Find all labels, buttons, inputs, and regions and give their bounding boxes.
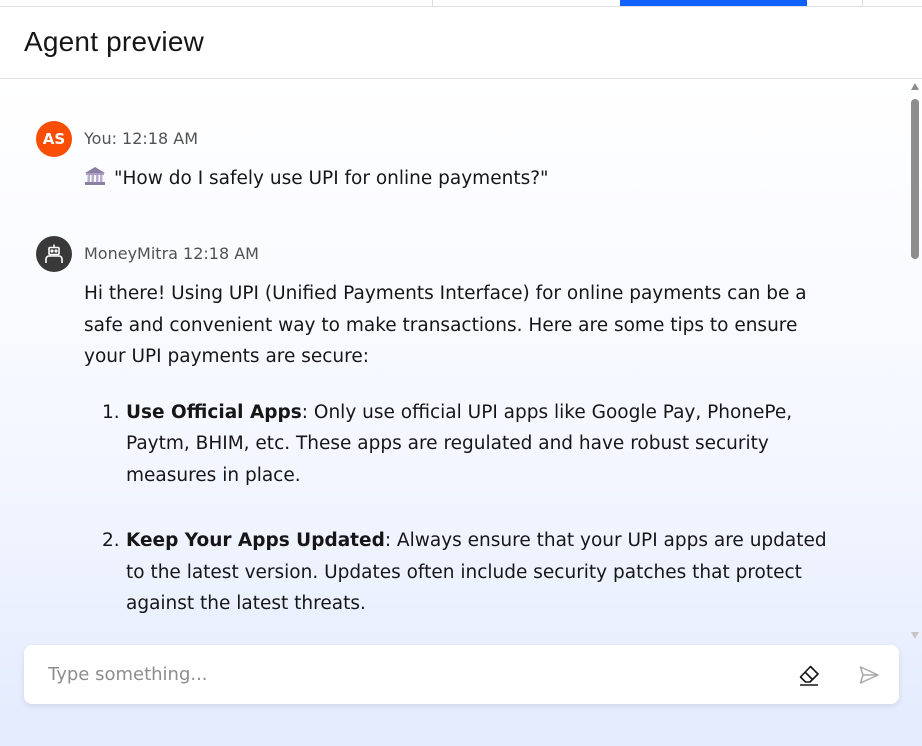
scroll-down-arrow-icon[interactable] xyxy=(911,632,919,639)
tip-title: Use Official Apps xyxy=(126,401,302,423)
send-icon xyxy=(859,666,879,684)
tips-list: 1. Use Official Apps: Only use official … xyxy=(84,397,827,620)
chat-scrollbar[interactable] xyxy=(907,79,922,645)
eraser-icon xyxy=(799,665,819,686)
user-message: AS You: 12:18 AM "How do I safely use UP… xyxy=(36,121,836,201)
user-avatar: AS xyxy=(36,121,72,157)
bot-intro: Hi there! Using UPI (Unified Payments In… xyxy=(84,283,807,367)
tab-strip xyxy=(0,0,922,7)
bot-message-body: Hi there! Using UPI (Unified Payments In… xyxy=(84,278,827,654)
tip-title: Keep Your Apps Updated xyxy=(126,530,385,551)
robot-icon xyxy=(45,244,63,263)
tab-divider xyxy=(862,0,863,6)
user-message-text: "How do I safely use UPI for online paym… xyxy=(84,163,549,195)
bank-icon xyxy=(85,167,105,185)
bot-avatar xyxy=(36,236,72,272)
scroll-up-arrow-icon[interactable] xyxy=(911,83,919,90)
list-number: 1. xyxy=(102,401,120,423)
bot-message-meta: MoneyMitra 12:18 AM xyxy=(84,244,259,263)
user-message-meta: You: 12:18 AM xyxy=(84,129,198,148)
tab-divider xyxy=(432,0,433,6)
list-number: 2. xyxy=(102,530,120,551)
page-title: Agent preview xyxy=(24,26,205,57)
user-question: "How do I safely use UPI for online paym… xyxy=(114,168,549,189)
scroll-thumb[interactable] xyxy=(911,99,919,259)
message-input[interactable] xyxy=(24,645,784,704)
user-initials: AS xyxy=(42,130,66,148)
clear-button[interactable] xyxy=(797,663,821,687)
active-tab-indicator[interactable] xyxy=(620,0,807,6)
send-button[interactable] xyxy=(857,663,881,687)
message-composer xyxy=(24,645,899,704)
preview-header: Agent preview xyxy=(0,7,922,79)
list-item: 1. Use Official Apps: Only use official … xyxy=(84,397,829,492)
list-item: 2. Keep Your Apps Updated: Always ensure… xyxy=(84,525,829,620)
